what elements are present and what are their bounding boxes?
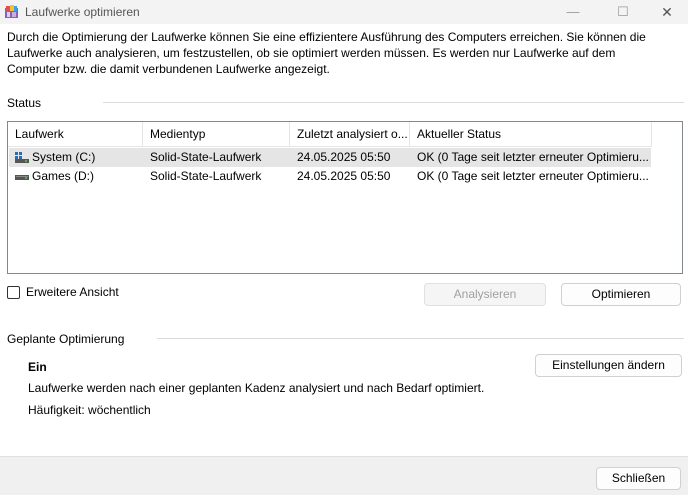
column-header-media-type[interactable]: Medientyp bbox=[143, 122, 290, 146]
schedule-frequency: Häufigkeit: wöchentlich bbox=[28, 403, 151, 417]
title-bar: Laufwerke optimieren — ☐ ✕ bbox=[0, 0, 688, 24]
drive-icon bbox=[15, 175, 29, 180]
status-divider bbox=[103, 102, 684, 103]
drive-name: Games (D:) bbox=[32, 169, 95, 183]
drive-last-analyzed: 24.05.2025 05:50 bbox=[297, 169, 391, 183]
footer: Schließen bbox=[0, 456, 688, 495]
schedule-description: Laufwerke werden nach einer geplanten Ka… bbox=[28, 381, 485, 395]
column-header-last-analyzed[interactable]: Zuletzt analysiert o... bbox=[290, 122, 410, 146]
minimize-button[interactable]: — bbox=[550, 0, 596, 24]
defrag-app-icon bbox=[5, 5, 18, 18]
drive-list[interactable]: Laufwerk Medientyp Zuletzt analysiert o.… bbox=[7, 121, 683, 274]
column-header-drive[interactable]: Laufwerk bbox=[8, 122, 143, 146]
close-button[interactable]: Schließen bbox=[596, 467, 681, 490]
advanced-view-checkbox[interactable] bbox=[7, 286, 20, 299]
column-header-current-status[interactable]: Aktueller Status bbox=[410, 122, 652, 146]
advanced-view-label[interactable]: Erweitere Ansicht bbox=[26, 285, 119, 299]
main-content: Durch die Optimierung der Laufwerke könn… bbox=[0, 24, 688, 456]
drive-media-type: Solid-State-Laufwerk bbox=[150, 169, 262, 183]
analyze-button[interactable]: Analysieren bbox=[424, 283, 546, 306]
drive-last-analyzed: 24.05.2025 05:50 bbox=[297, 150, 391, 164]
scheduled-divider bbox=[157, 338, 684, 339]
optimize-button[interactable]: Optimieren bbox=[561, 283, 681, 306]
close-window-button[interactable]: ✕ bbox=[644, 0, 688, 24]
change-settings-button[interactable]: Einstellungen ändern bbox=[535, 354, 682, 377]
drive-current-status: OK (0 Tage seit letzter erneuter Optimie… bbox=[417, 150, 649, 164]
system-drive-icon bbox=[15, 152, 29, 163]
drive-media-type: Solid-State-Laufwerk bbox=[150, 150, 262, 164]
drive-name: System (C:) bbox=[32, 150, 96, 164]
intro-text: Durch die Optimierung der Laufwerke könn… bbox=[7, 30, 646, 76]
drive-current-status: OK (0 Tage seit letzter erneuter Optimie… bbox=[417, 169, 649, 183]
scheduled-section-label: Geplante Optimierung bbox=[7, 332, 125, 346]
table-row[interactable]: System (C:) Solid-State-Laufwerk 24.05.2… bbox=[9, 148, 651, 167]
status-section-label: Status bbox=[7, 96, 42, 110]
window-title: Laufwerke optimieren bbox=[25, 5, 140, 19]
maximize-button[interactable]: ☐ bbox=[600, 0, 646, 24]
drive-list-header: Laufwerk Medientyp Zuletzt analysiert o.… bbox=[8, 122, 652, 147]
schedule-state: Ein bbox=[28, 360, 47, 374]
table-row[interactable]: Games (D:) Solid-State-Laufwerk 24.05.20… bbox=[9, 167, 651, 186]
